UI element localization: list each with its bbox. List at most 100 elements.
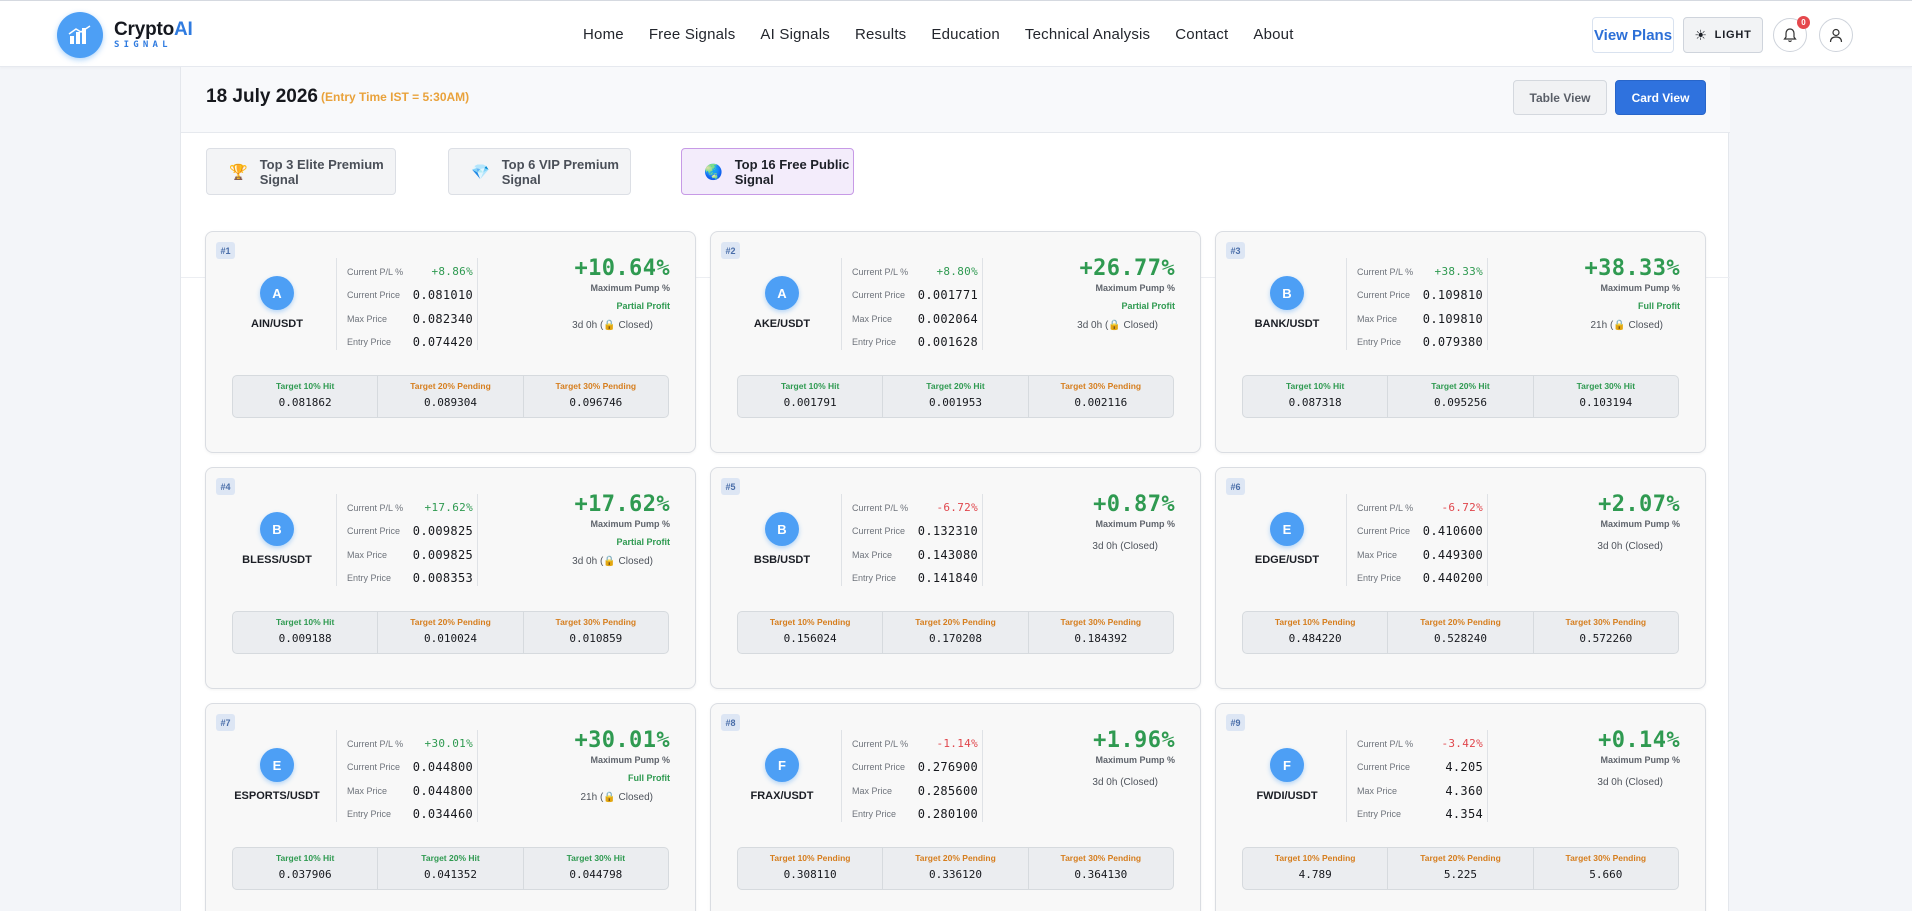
lock-icon: 🔒 [603, 556, 616, 567]
tab-label: Top 16 Free Public Signal [734, 156, 850, 187]
entry-price-label: Entry Price [1357, 337, 1402, 348]
target-cell: Target 10% Hit 0.081862 [233, 376, 379, 417]
nav-ai-signals[interactable]: AI Signals [760, 26, 830, 43]
max-pump-label: Maximum Pump % [590, 519, 670, 529]
targets-bar: Target 10% Pending 0.308110 Target 20% P… [737, 847, 1174, 890]
signal-card[interactable]: #1 A AIN/USDT Current P/L % +8.86% Curren… [205, 231, 696, 453]
max-pump-block: +1.96% Maximum Pump % 3d 0h (Closed) [975, 728, 1175, 788]
coin-avatar: B [1270, 276, 1304, 310]
signal-card[interactable]: #7 E ESPORTS/USDT Current P/L % +30.01% C… [205, 703, 696, 911]
target-price: 0.002116 [1074, 396, 1128, 409]
signal-card[interactable]: #5 B BSB/USDT Current P/L % -6.72% Curren… [710, 467, 1201, 689]
signal-card[interactable]: #2 A AKE/USDT Current P/L % +8.80% Curren… [710, 231, 1201, 453]
current-pl-value: +30.01% [424, 737, 473, 751]
entry-price-label: Entry Price [347, 809, 392, 820]
tab-elite-premium[interactable]: 🏆 Top 3 Elite Premium Signal [206, 148, 396, 195]
price-stats: Current P/L % -1.14% Current Price 0.27690… [852, 732, 978, 826]
profit-status: Full Profit [628, 773, 670, 783]
target-label: Target 10% Pending [1274, 617, 1356, 627]
entry-price-value: 0.141840 [917, 571, 978, 586]
tab-vip-premium[interactable]: 💎 Top 6 VIP Premium Signal [448, 148, 631, 195]
globe-icon: 🌏 [704, 163, 723, 181]
trading-pair: AIN/USDT [251, 318, 303, 330]
target-label: Target 10% Hit [1285, 381, 1345, 391]
entry-price-label: Entry Price [347, 337, 392, 348]
divider [841, 258, 842, 350]
nav-free-signals[interactable]: Free Signals [649, 26, 736, 43]
max-pump-label: Maximum Pump % [1600, 519, 1680, 529]
nav-education[interactable]: Education [931, 26, 1000, 43]
divider [1346, 258, 1347, 350]
trading-pair: AKE/USDT [753, 318, 811, 330]
targets-bar: Target 10% Pending 0.484220 Target 20% P… [1242, 611, 1679, 654]
signal-card[interactable]: #9 F FWDI/USDT Current P/L % -3.42% Curre… [1215, 703, 1706, 911]
coin-avatar: E [1270, 512, 1304, 546]
target-price: 0.170208 [929, 632, 982, 645]
nav-contact[interactable]: Contact [1175, 26, 1228, 43]
current-price-label: Current Price [852, 762, 906, 773]
target-cell: Target 30% Pending 0.364130 [1029, 848, 1173, 889]
card-rank: #9 [1226, 714, 1245, 731]
max-price-value: 0.449300 [1422, 547, 1483, 562]
nav-about[interactable]: About [1253, 26, 1293, 43]
tab-free-public[interactable]: 🌏 Top 16 Free Public Signal [681, 148, 854, 195]
price-stats: Current P/L % -6.72% Current Price 0.13231… [852, 496, 978, 590]
current-price-label: Current Price [347, 290, 401, 301]
target-cell: Target 30% Hit 0.044798 [524, 848, 668, 889]
target-cell: Target 20% Pending 0.010024 [378, 612, 524, 653]
current-price-value: 4.205 [1445, 760, 1483, 775]
max-pump-label: Maximum Pump % [1600, 283, 1680, 293]
target-price: 0.001953 [929, 396, 982, 409]
nav-results[interactable]: Results [855, 26, 906, 43]
profit-status: Partial Profit [616, 537, 670, 547]
target-cell: Target 10% Hit 0.001791 [738, 376, 884, 417]
table-view-button[interactable]: Table View [1513, 80, 1607, 115]
target-cell: Target 20% Pending 0.089304 [378, 376, 524, 417]
current-price-value: 0.410600 [1422, 524, 1483, 539]
theme-toggle-button[interactable]: ☀ LIGHT [1683, 17, 1763, 53]
card-view-button[interactable]: Card View [1615, 80, 1706, 115]
target-label: Target 20% Pending [915, 617, 996, 627]
target-price: 0.528240 [1434, 632, 1487, 645]
max-pump-label: Maximum Pump % [1600, 755, 1680, 765]
target-cell: Target 20% Pending 0.170208 [883, 612, 1029, 653]
nav-home[interactable]: Home [583, 26, 624, 43]
nav-technical-analysis[interactable]: Technical Analysis [1025, 26, 1150, 43]
trading-pair: BSB/USDT [753, 554, 811, 566]
pl-label: Current P/L % [1357, 266, 1414, 277]
pl-label: Current P/L % [852, 738, 909, 749]
trading-pair: BLESS/USDT [242, 554, 312, 566]
brand-logo[interactable]: CryptoAI SIGNAL [57, 12, 193, 58]
entry-price-value: 0.079380 [1422, 335, 1483, 350]
trading-pair: EDGE/USDT [1254, 554, 1320, 566]
target-label: Target 30% Pending [555, 381, 637, 391]
user-profile-button[interactable] [1819, 18, 1853, 52]
target-price: 0.484220 [1288, 632, 1342, 645]
targets-bar: Target 10% Hit 0.037906 Target 20% Hit 0… [232, 847, 669, 890]
signal-card[interactable]: #4 B BLESS/USDT Current P/L % +17.62% Cur… [205, 467, 696, 689]
profit-status: Full Profit [1638, 301, 1680, 311]
signal-card[interactable]: #3 B BANK/USDT Current P/L % +38.33% Curr… [1215, 231, 1706, 453]
entry-price-value: 0.034460 [412, 807, 473, 822]
target-price: 5.225 [1443, 868, 1478, 881]
coin-avatar: A [765, 276, 799, 310]
target-price: 0.089304 [424, 396, 477, 409]
top-navbar: CryptoAI SIGNAL Home Free Signals AI Sig… [0, 0, 1912, 67]
signal-card[interactable]: #8 F FRAX/USDT Current P/L % -1.14% Curre… [710, 703, 1201, 911]
card-rank: #3 [1226, 242, 1245, 259]
max-pump-value: +2.07% [1598, 492, 1680, 517]
max-pump-block: +10.64% Maximum Pump % Partial Profit 3d… [470, 256, 670, 331]
targets-bar: Target 10% Hit 0.087318 Target 20% Hit 0… [1242, 375, 1679, 418]
signal-card[interactable]: #6 E EDGE/USDT Current P/L % -6.72% Curre… [1215, 467, 1706, 689]
target-cell: Target 30% Pending 0.572260 [1534, 612, 1678, 653]
target-cell: Target 30% Pending 0.096746 [524, 376, 668, 417]
target-cell: Target 30% Pending 0.002116 [1029, 376, 1173, 417]
target-price: 0.010859 [569, 632, 623, 645]
entry-price-value: 0.001628 [917, 335, 978, 350]
view-plans-button[interactable]: View Plans [1592, 17, 1674, 53]
current-pl-value: -6.72% [936, 501, 978, 515]
notifications-button[interactable]: 0 [1773, 16, 1810, 52]
max-pump-label: Maximum Pump % [1095, 755, 1175, 765]
card-rank: #1 [216, 242, 235, 259]
max-pump-value: +10.64% [574, 256, 670, 281]
